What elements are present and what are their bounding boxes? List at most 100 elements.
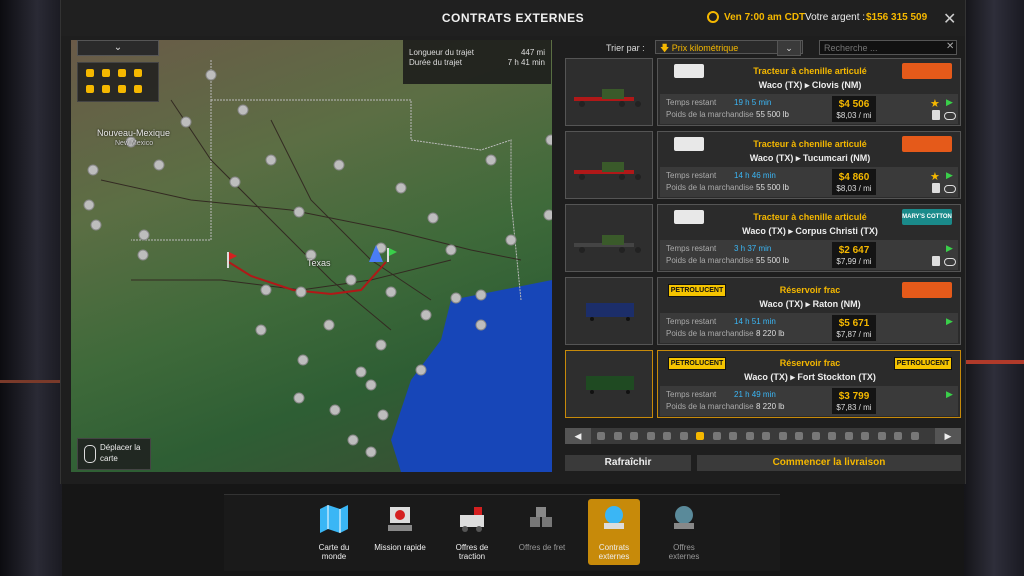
dock-label: Contrats externes — [598, 543, 630, 561]
time-label: Temps restant — [666, 390, 717, 399]
refresh-button[interactable]: Rafraîchir — [565, 455, 691, 471]
job-row[interactable]: Tracteur à chenille articulé Waco (TX) ▸… — [565, 131, 961, 199]
price-box: $4 506 $8,03 / mi — [832, 96, 876, 122]
page-dot[interactable] — [712, 432, 721, 440]
move-map-label: Déplacer la carte — [100, 443, 141, 463]
play-icon[interactable]: ▶ — [946, 170, 953, 181]
job-details: Temps restant 3 h 37 min Poids de la mar… — [660, 240, 958, 270]
close-icon[interactable]: ✕ — [943, 9, 956, 29]
adr-icon — [932, 110, 940, 120]
job-price: $5 671 — [838, 318, 870, 329]
page-dot[interactable] — [762, 432, 770, 440]
game-time: Ven 7:00 am CDT — [724, 12, 806, 23]
frac-tank-icon — [586, 376, 634, 394]
search-input[interactable] — [819, 40, 957, 55]
page-next-icon[interactable]: ▶ — [935, 428, 961, 444]
world-map-icon — [320, 505, 348, 533]
page-dot[interactable] — [646, 432, 655, 440]
page-dot[interactable] — [795, 432, 803, 440]
price-box: $2 647 $7,99 / mi — [832, 242, 876, 268]
page-prev-icon[interactable]: ◀ — [565, 428, 591, 444]
filter-icon[interactable] — [118, 69, 126, 77]
page-dot[interactable] — [745, 432, 754, 440]
page-dot[interactable] — [894, 432, 902, 440]
filter-icon[interactable] — [86, 85, 94, 93]
job-row[interactable]: PETROLUCENT Réservoir frac Waco (TX) ▸ R… — [565, 277, 961, 345]
page-dot[interactable] — [729, 432, 737, 440]
filter-icon[interactable] — [102, 85, 110, 93]
page-dot[interactable] — [778, 432, 787, 440]
sort-selected: Prix kilométrique — [671, 43, 739, 53]
job-row-selected[interactable]: PETROLUCENT Réservoir frac Waco (TX) ▸ F… — [565, 350, 961, 418]
chevron-down-icon[interactable]: ⌄ — [777, 40, 801, 56]
filter-icon[interactable] — [134, 69, 142, 77]
trailer-icon — [574, 162, 641, 180]
job-list: Tracteur à chenille articulé Waco (TX) ▸… — [565, 58, 961, 422]
clear-icon[interactable]: ✕ — [946, 41, 954, 52]
job-route: Waco (TX) ▸ Fort Stockton (TX) — [744, 372, 876, 382]
clock-icon — [707, 11, 719, 23]
dock-label: Offres de traction — [455, 543, 489, 561]
weight-label: Poids de la marchandise — [666, 329, 754, 338]
page-dot[interactable] — [844, 432, 853, 440]
play-icon[interactable]: ▶ — [946, 243, 953, 254]
play-icon[interactable]: ▶ — [946, 97, 953, 108]
dock-label: Carte du monde — [318, 543, 350, 561]
filter-icon[interactable] — [102, 69, 110, 77]
page-dot[interactable] — [910, 432, 919, 440]
dock-item-external-contracts[interactable]: Contrats externes — [588, 499, 640, 565]
page-dot[interactable] — [861, 432, 869, 440]
dock-item-cargo-market[interactable]: Offres de fret — [516, 499, 568, 565]
job-row[interactable]: Tracteur à chenille articulé Waco (TX) ▸… — [565, 58, 961, 126]
money-value: $156 315 509 — [866, 12, 928, 23]
marys-cotton-logo: MARY'S COTTON — [902, 209, 952, 225]
filter-icon[interactable] — [134, 85, 142, 93]
background-stripe — [964, 360, 1024, 364]
job-info: Tracteur à chenille articulé Waco (TX) ▸… — [657, 204, 961, 272]
dock-item-quick-job[interactable]: Mission rapide — [374, 499, 426, 565]
dock-label: Offres externes — [668, 543, 700, 561]
price-box: $4 860 $8,03 / mi — [832, 169, 876, 195]
quick-job-icon — [388, 507, 412, 531]
page-dot[interactable] — [811, 432, 820, 440]
freight-market-icon — [460, 507, 484, 532]
cargo-market-icon — [530, 507, 552, 527]
dock-item-world-map[interactable]: Carte du monde — [308, 499, 360, 565]
move-map-hint: Déplacer la carte — [77, 438, 151, 470]
page-dot[interactable] — [663, 432, 671, 440]
time-label: Temps restant — [666, 317, 717, 326]
job-info: Tracteur à chenille articulé Waco (TX) ▸… — [657, 58, 961, 126]
page-dot[interactable] — [597, 432, 605, 440]
filter-icon[interactable] — [118, 85, 126, 93]
job-route: Waco (TX) ▸ Raton (NM) — [759, 299, 861, 309]
start-delivery-button[interactable]: Commencer la livraison — [697, 455, 961, 471]
page-dot[interactable] — [613, 432, 622, 440]
map-panel-toggle[interactable]: ⌄ — [77, 40, 159, 56]
cargo-weight: 55 500 lb — [756, 256, 789, 265]
job-price: $2 647 — [838, 245, 870, 256]
map-filters[interactable] — [77, 62, 159, 102]
pager: ◀ ▶ — [565, 428, 961, 444]
job-row[interactable]: Tracteur à chenille articulé Waco (TX) ▸… — [565, 204, 961, 272]
dock-item-external-offers[interactable]: Offres externes — [658, 499, 710, 565]
time-remaining: 14 h 51 min — [734, 317, 776, 326]
title-bar: CONTRATS EXTERNES Ven 7:00 am CDT Votre … — [61, 0, 965, 36]
play-icon[interactable]: ▶ — [946, 316, 953, 327]
page-dot[interactable] — [696, 432, 704, 440]
dock-item-freight-market[interactable]: Offres de traction — [446, 499, 498, 565]
play-icon[interactable]: ▶ — [946, 389, 953, 400]
frac-tank-icon — [586, 303, 634, 321]
map-view[interactable]: ⌄ Longueur du trajet 447 mi Durée du tra… — [71, 40, 552, 472]
background-right — [964, 0, 1024, 576]
page-dot[interactable] — [679, 432, 688, 440]
background-stripe — [0, 380, 62, 383]
page-dot[interactable] — [828, 432, 836, 440]
cargo-weight: 55 500 lb — [756, 183, 789, 192]
weight-label: Poids de la marchandise — [666, 256, 754, 265]
filter-icon[interactable] — [86, 69, 94, 77]
page-dot[interactable] — [630, 432, 638, 440]
page-dot[interactable] — [877, 432, 886, 440]
region-sublabel: New Mexico — [115, 140, 154, 147]
background-left — [0, 0, 62, 576]
route-duration-label: Durée du trajet — [409, 58, 462, 67]
